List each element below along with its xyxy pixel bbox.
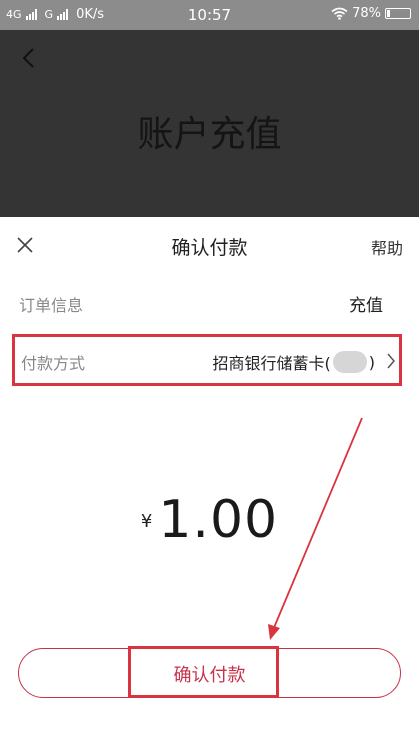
order-info-row: 订单信息 充值 <box>0 280 419 324</box>
bank-card-suffix: ) <box>368 352 375 372</box>
order-info-value: 充值 <box>349 296 383 316</box>
sheet-title: 确认付款 <box>171 237 248 259</box>
payment-method-label: 付款方式 <box>21 354 86 373</box>
page-title: 账户充值 <box>137 114 282 155</box>
background-page: 账户充值 <box>0 30 419 217</box>
battery-icon <box>385 8 411 19</box>
battery-percent: 78% <box>352 6 381 21</box>
status-right: 78% <box>331 6 411 21</box>
chevron-right-icon <box>387 353 395 369</box>
amount-value: 1.00 <box>158 490 279 550</box>
payment-sheet: 确认付款 帮助 订单信息 充值 付款方式 招商银行储蓄卡( ) ¥1.00 确认… <box>0 217 419 744</box>
confirm-payment-button[interactable]: 确认付款 <box>18 646 401 698</box>
back-arrow-icon[interactable] <box>18 44 40 72</box>
payment-method-row[interactable]: 付款方式 招商银行储蓄卡( ) <box>12 334 402 386</box>
annotation-highlight-box <box>128 646 279 698</box>
payment-method-value: 招商银行储蓄卡( ) <box>212 350 375 374</box>
status-bar: 4G G 0K/s 10:57 78% <box>0 0 419 30</box>
card-number-redacted <box>332 351 367 373</box>
help-link[interactable]: 帮助 <box>371 235 403 259</box>
order-info-label: 订单信息 <box>19 296 84 315</box>
payment-amount: ¥1.00 <box>0 490 419 550</box>
currency-symbol: ¥ <box>140 511 153 532</box>
wifi-icon <box>331 7 348 20</box>
bank-card-name: 招商银行储蓄卡( <box>212 354 331 373</box>
